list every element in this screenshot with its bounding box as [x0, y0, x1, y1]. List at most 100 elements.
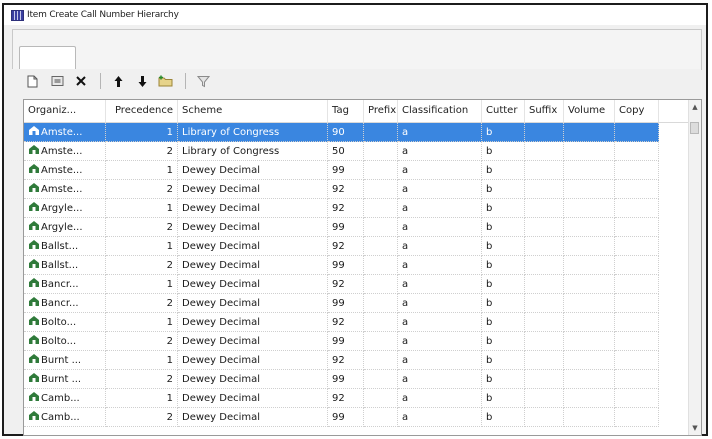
add-folder-icon[interactable] [157, 72, 175, 90]
volume-cell [564, 370, 615, 389]
move-up-icon[interactable] [109, 72, 127, 90]
organization-cell: Camb... [24, 408, 106, 427]
suffix-cell [525, 408, 564, 427]
organization-value: Amste... [41, 165, 83, 176]
cutter-cell: b [482, 332, 525, 351]
scheme-cell: Dewey Decimal [178, 275, 328, 294]
column-tag-header[interactable]: Tag [328, 100, 364, 122]
organization-value: Argyle... [41, 222, 83, 233]
organization-icon [29, 259, 39, 268]
organization-cell: Ballst... [24, 256, 106, 275]
column-suffix-header[interactable]: Suffix [525, 100, 564, 122]
filter-icon[interactable] [194, 72, 212, 90]
tag-value: 92 [332, 355, 345, 366]
delete-icon[interactable] [72, 72, 90, 90]
suffix-cell [525, 123, 564, 142]
tag-cell: 92 [328, 313, 364, 332]
column-cutter-header[interactable]: Cutter [482, 100, 525, 122]
organization-icon [29, 145, 39, 154]
vertical-scrollbar[interactable]: ▲ ▼ [688, 100, 701, 435]
column-organization-header[interactable]: Organiz... [24, 100, 106, 122]
tag-value: 99 [332, 260, 345, 271]
column-scheme-header[interactable]: Scheme [178, 100, 328, 122]
column-prefix-header[interactable]: Prefix [364, 100, 398, 122]
table-row[interactable]: Bancr... 1 Dewey Decimal 92 a b [24, 275, 689, 294]
precedence-cell: 1 [106, 313, 178, 332]
table-row[interactable]: Camb... 1 Dewey Decimal 92 a b [24, 389, 689, 408]
cutter-value: b [486, 165, 493, 176]
new-icon[interactable] [24, 72, 42, 90]
table-row[interactable]: Amste... 1 Dewey Decimal 99 a b [24, 161, 689, 180]
tag-value: 99 [332, 412, 345, 423]
cutter-value: b [486, 412, 493, 423]
cutter-cell: b [482, 180, 525, 199]
prefix-cell [364, 389, 398, 408]
volume-cell [564, 332, 615, 351]
table-row[interactable]: Amste... 2 Library of Congress 50 a b [24, 142, 689, 161]
tab-main[interactable] [19, 46, 76, 71]
copy-cell [615, 408, 659, 427]
suffix-cell [525, 313, 564, 332]
volume-cell [564, 408, 615, 427]
classification-cell: a [398, 161, 482, 180]
tag-cell: 99 [328, 294, 364, 313]
cutter-value: b [486, 241, 493, 252]
classification-cell: a [398, 370, 482, 389]
precedence-value: 1 [166, 393, 173, 404]
open-icon[interactable] [48, 72, 66, 90]
column-classification-header[interactable]: Classification [398, 100, 482, 122]
copy-cell [615, 275, 659, 294]
classification-cell: a [398, 199, 482, 218]
table-row[interactable]: Burnt ... 2 Dewey Decimal 99 a b [24, 370, 689, 389]
classification-value: a [402, 355, 409, 366]
scheme-value: Library of Congress [182, 127, 280, 138]
prefix-cell [364, 370, 398, 389]
table-row[interactable]: Ballst... 1 Dewey Decimal 92 a b [24, 237, 689, 256]
column-precedence-header[interactable]: Precedence [106, 100, 178, 122]
scheme-value: Dewey Decimal [182, 317, 261, 328]
table-row[interactable]: Argyle... 1 Dewey Decimal 92 a b [24, 199, 689, 218]
organization-cell: Burnt ... [24, 370, 106, 389]
classification-cell: a [398, 237, 482, 256]
precedence-cell: 2 [106, 294, 178, 313]
organization-icon [29, 126, 39, 135]
scroll-up-icon[interactable]: ▲ [689, 100, 701, 114]
tag-cell: 92 [328, 351, 364, 370]
table-row[interactable]: Burnt ... 1 Dewey Decimal 92 a b [24, 351, 689, 370]
table-row[interactable]: Bolto... 1 Dewey Decimal 92 a b [24, 313, 689, 332]
organization-icon [29, 221, 39, 230]
scheme-value: Dewey Decimal [182, 412, 261, 423]
table-row[interactable]: Argyle... 2 Dewey Decimal 99 a b [24, 218, 689, 237]
tag-cell: 99 [328, 256, 364, 275]
title-bar: Item Create Call Number Hierarchy [4, 5, 706, 25]
organization-cell: Amste... [24, 161, 106, 180]
table-row[interactable]: Amste... 1 Library of Congress 90 a b [24, 123, 689, 142]
tag-cell: 92 [328, 275, 364, 294]
copy-cell [615, 161, 659, 180]
move-down-icon[interactable] [133, 72, 151, 90]
organization-cell: Ballst... [24, 237, 106, 256]
scheme-value: Dewey Decimal [182, 165, 261, 176]
column-volume-header[interactable]: Volume [564, 100, 615, 122]
column-copy-header[interactable]: Copy [615, 100, 659, 122]
organization-cell: Bancr... [24, 275, 106, 294]
precedence-value: 2 [166, 374, 173, 385]
suffix-cell [525, 237, 564, 256]
table-row[interactable]: Amste... 2 Dewey Decimal 92 a b [24, 180, 689, 199]
scroll-down-icon[interactable]: ▼ [689, 421, 701, 435]
precedence-cell: 2 [106, 180, 178, 199]
organization-icon [29, 354, 39, 363]
tag-cell: 99 [328, 370, 364, 389]
scroll-thumb[interactable] [690, 122, 699, 134]
organization-cell: Argyle... [24, 218, 106, 237]
volume-cell [564, 313, 615, 332]
table-row[interactable]: Bancr... 2 Dewey Decimal 99 a b [24, 294, 689, 313]
cutter-value: b [486, 393, 493, 404]
tag-value: 99 [332, 298, 345, 309]
table-row[interactable]: Ballst... 2 Dewey Decimal 99 a b [24, 256, 689, 275]
call-number-grid[interactable]: Organiz... Precedence Scheme Tag Prefix Class… [23, 99, 702, 436]
table-row[interactable]: Bolto... 2 Dewey Decimal 99 a b [24, 332, 689, 351]
precedence-cell: 2 [106, 142, 178, 161]
table-row[interactable]: Camb... 2 Dewey Decimal 99 a b [24, 408, 689, 427]
tag-value: 99 [332, 222, 345, 233]
